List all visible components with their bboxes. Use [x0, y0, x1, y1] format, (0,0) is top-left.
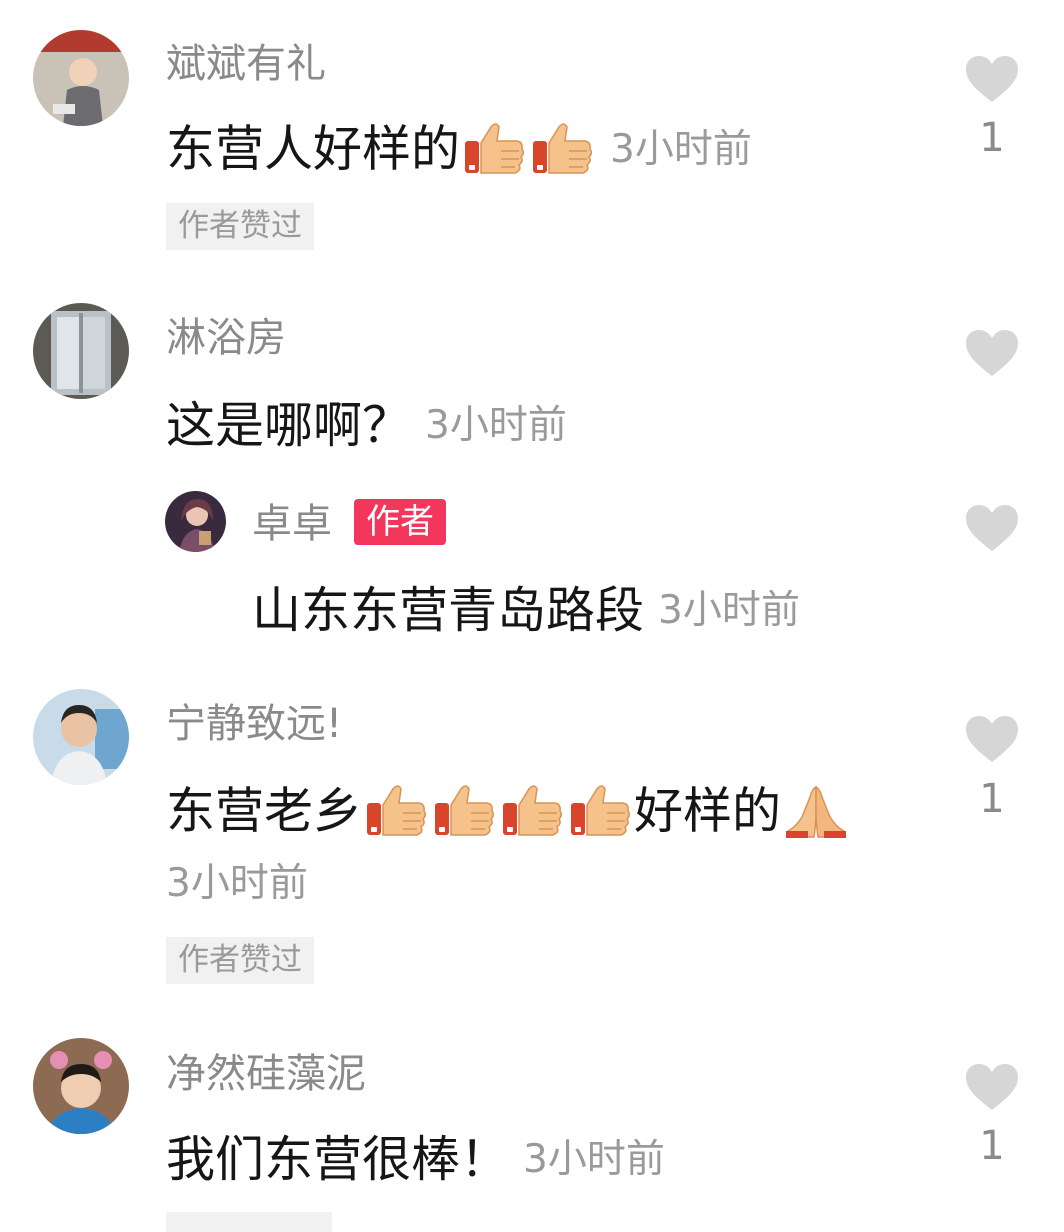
like-count: 1 [979, 1123, 1005, 1169]
comment-body: 东营人好样的 [166, 120, 461, 178]
comment-text: 这是哪啊？ 3小时前 [166, 398, 567, 450]
folded-hands-icon [784, 783, 848, 839]
comment-body: 这是哪啊？ [166, 397, 412, 454]
avatar[interactable] [33, 689, 129, 785]
timestamp: 3小时前 [658, 588, 800, 633]
author-liked-badge: 作者赞过 [166, 937, 314, 985]
author-liked-badge-partial [166, 1212, 332, 1232]
timestamp: 3小时前 [610, 126, 752, 172]
avatar[interactable] [33, 303, 129, 399]
avatar[interactable] [33, 1038, 129, 1134]
like-count: 1 [979, 776, 1005, 822]
heart-icon[interactable] [964, 54, 1020, 104]
heart-icon[interactable] [964, 714, 1020, 764]
thumbs-up-icon [463, 121, 525, 177]
reply-body: 山东东营青岛路段 [252, 582, 645, 639]
comment-body-part2: 好样的 [634, 782, 782, 840]
comment-text: 东营老乡 好样的 [166, 783, 851, 839]
reply-avatar[interactable] [165, 491, 226, 552]
timestamp: 3小时前 [425, 403, 567, 448]
comment-text: 我们东营很棒！ 3小时前 [166, 1132, 665, 1184]
avatar[interactable] [33, 30, 129, 126]
username[interactable]: 净然硅藻泥 [166, 1054, 366, 1094]
thumbs-up-icon [531, 121, 593, 177]
timestamp: 3小时前 [166, 861, 308, 906]
thumbs-up-icon [501, 783, 563, 839]
comment-body-part1: 东营老乡 [166, 782, 363, 840]
reply-text: 山东东营青岛路段 3小时前 [252, 583, 800, 635]
heart-icon[interactable] [964, 1062, 1020, 1112]
thumbs-up-icon [433, 783, 495, 839]
heart-icon[interactable] [964, 328, 1020, 378]
author-tag: 作者 [354, 499, 446, 545]
username[interactable]: 宁静致远! [166, 704, 342, 744]
author-liked-badge: 作者赞过 [166, 203, 314, 251]
reply-username[interactable]: 卓卓 [252, 504, 332, 544]
comment-body: 我们东营很棒！ [166, 1131, 510, 1188]
username[interactable]: 斌斌有礼 [166, 44, 326, 84]
username[interactable]: 淋浴房 [166, 318, 286, 358]
comment-text: 东营人好样的 3小时前 [166, 121, 752, 177]
heart-icon[interactable] [964, 503, 1020, 553]
timestamp: 3小时前 [523, 1137, 665, 1182]
like-count: 1 [979, 115, 1005, 161]
thumbs-up-icon [569, 783, 631, 839]
thumbs-up-icon [365, 783, 427, 839]
